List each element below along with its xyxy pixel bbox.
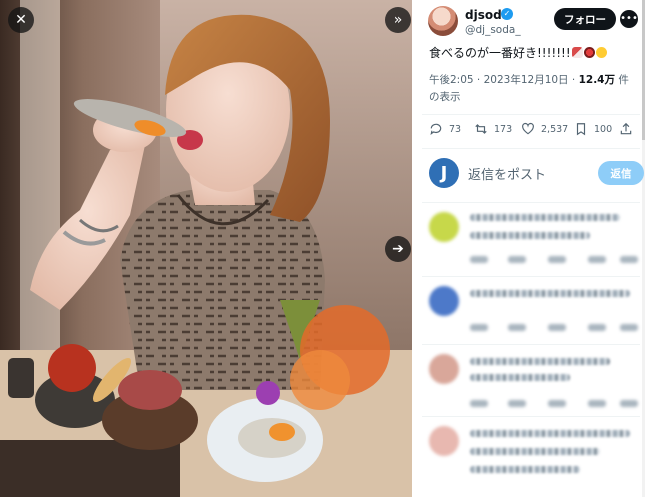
author-avatar[interactable] <box>428 6 458 36</box>
reply-button[interactable]: 返信 <box>598 161 644 185</box>
blurred-text <box>470 430 630 437</box>
blurred-text <box>470 232 590 239</box>
reply-action[interactable]: 73 <box>429 122 461 136</box>
reply-avatar[interactable] <box>429 212 459 242</box>
reply-avatar[interactable] <box>429 286 459 316</box>
arrow-right-icon: ➔ <box>392 241 404 257</box>
blurred-actions <box>470 324 638 332</box>
reply-item[interactable] <box>422 424 640 494</box>
tweet-meta: 午後2:05 · 2023年12月10日 · 12.4万 件の表示 <box>429 74 629 103</box>
tweet-text-body: 食べるのが一番好き!!!!!!! <box>429 46 571 60</box>
expand-sidebar-button[interactable]: » <box>385 7 411 33</box>
like-count: 2,537 <box>541 123 569 135</box>
blurred-text <box>470 448 600 455</box>
divider <box>422 114 640 115</box>
close-icon: ✕ <box>15 12 27 28</box>
verified-badge-icon: ✓ <box>501 8 513 20</box>
reply-item[interactable] <box>422 352 640 422</box>
blurred-text <box>470 358 610 365</box>
bookmark-action[interactable]: 100 <box>574 122 612 136</box>
tweet-actions: 73 173 2,537 100 <box>429 122 635 142</box>
share-action[interactable] <box>619 122 633 136</box>
tweet-date[interactable]: 2023年12月10日 <box>484 74 569 86</box>
current-user-avatar: J <box>429 158 459 188</box>
blurred-text <box>470 214 620 221</box>
reply-avatar[interactable] <box>429 426 459 456</box>
heart-icon <box>522 122 534 135</box>
repost-icon <box>475 124 487 134</box>
tweet-text: 食べるのが一番好き!!!!!!! <box>429 44 607 61</box>
divider <box>422 276 640 277</box>
reply-item[interactable] <box>422 210 640 280</box>
tweet-time[interactable]: 午後2:05 <box>429 74 474 86</box>
share-icon <box>620 122 632 135</box>
photo-woman-eating-oyster <box>0 0 412 497</box>
blurred-text <box>470 466 580 473</box>
reply-avatar[interactable] <box>429 354 459 384</box>
sushi-emoji-icon <box>583 47 595 58</box>
bookmark-count: 100 <box>594 123 613 135</box>
blurred-actions <box>470 256 638 264</box>
follow-button[interactable]: フォロー <box>554 8 616 30</box>
more-icon[interactable]: ••• <box>620 10 638 28</box>
yum-face-emoji-icon <box>595 47 607 58</box>
like-action[interactable]: 2,537 <box>521 122 568 136</box>
close-button[interactable]: ✕ <box>8 7 34 33</box>
divider <box>422 344 640 345</box>
view-count: 12.4万 <box>578 74 615 86</box>
reply-input[interactable]: 返信をポスト <box>468 164 546 183</box>
tweet-header: djsoda ✓ @dj_soda_ フォロー ••• <box>412 0 642 42</box>
divider <box>422 202 640 203</box>
tweet-detail-panel: djsoda ✓ @dj_soda_ フォロー ••• 食べるのが一番好き!!!… <box>412 0 645 497</box>
reply-composer: J 返信をポスト 返信 <box>422 153 644 195</box>
divider <box>422 416 640 417</box>
bookmark-icon <box>576 123 586 136</box>
reply-count: 73 <box>449 123 462 135</box>
tweet-photo: ✕ » ➔ <box>0 0 412 497</box>
expand-icon: » <box>393 12 403 28</box>
next-image-button[interactable]: ➔ <box>385 236 411 262</box>
blurred-text <box>470 290 630 297</box>
author-handle[interactable]: @dj_soda_ <box>465 24 521 36</box>
divider <box>422 148 640 149</box>
repost-count: 173 <box>494 123 513 135</box>
blurred-actions <box>470 400 638 408</box>
repost-action[interactable]: 173 <box>474 122 512 136</box>
bacon-emoji-icon <box>571 47 583 58</box>
reply-icon <box>430 123 442 136</box>
blurred-text <box>470 374 570 381</box>
